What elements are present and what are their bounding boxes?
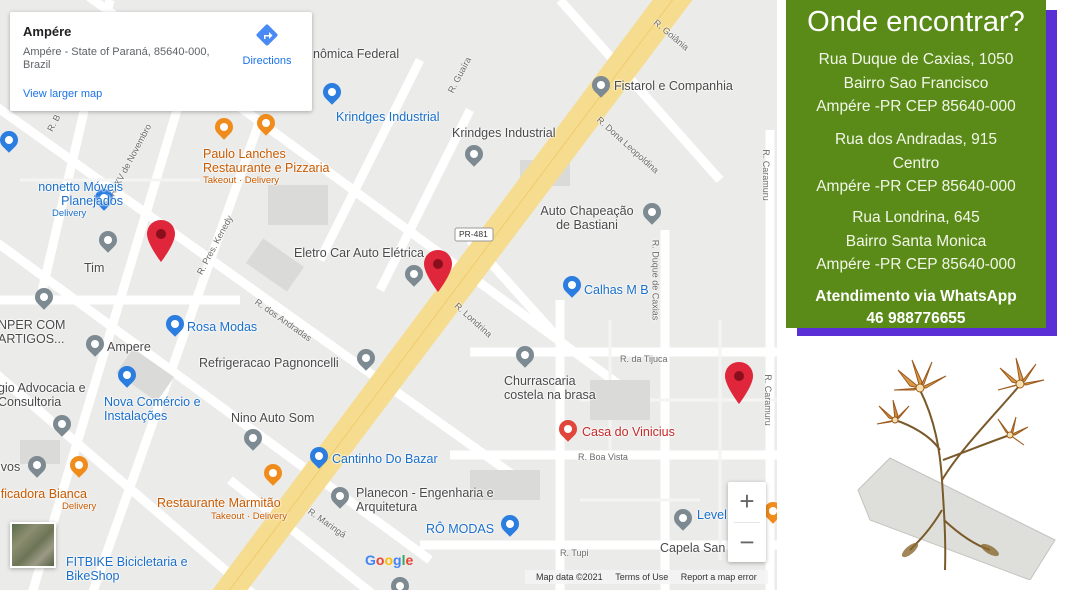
place-info-card: Ampére Ampére - State of Paraná, 85640-0… — [10, 12, 312, 111]
poi-label-cantinho[interactable]: Cantinho Do Bazar — [332, 452, 438, 466]
route-shield-pr481: PR-481 — [459, 229, 488, 239]
address-line: Rua Londrina, 645 — [852, 209, 980, 226]
poi-label-tim[interactable]: Tim — [84, 261, 104, 275]
poi-label-marmitao[interactable]: Restaurante Marmitão — [157, 496, 281, 510]
street-caramuru-top: R. Caramuru — [760, 149, 771, 201]
address-line: Ampére -PR CEP 85640-000 — [816, 256, 1016, 273]
poi-label-fistarol[interactable]: Fistarol e Companhia — [614, 79, 733, 93]
poi-label-paulo-sub: Takeout · Delivery — [203, 175, 280, 186]
whatsapp-label: Atendimento via WhatsApp — [815, 288, 1017, 305]
zoom-out-icon[interactable]: − — [728, 523, 766, 561]
map-marker-icon[interactable] — [147, 220, 175, 262]
poi-label-economica[interactable]: nômica Federal — [313, 47, 399, 61]
street-tupi: R. Tupi — [560, 548, 589, 558]
map-data-label: Map data ©2021 — [536, 572, 603, 582]
directions-button[interactable]: Directions — [234, 24, 300, 67]
poi-label-marmitao-sub: Takeout · Delivery — [211, 511, 288, 522]
directions-icon — [256, 24, 278, 46]
google-logo: Google — [365, 552, 414, 568]
map-attribution: Map data ©2021 Terms of Use Report a map… — [525, 570, 768, 584]
poi-label-bianca[interactable]: ificadora Bianca — [0, 487, 87, 501]
locations-panel: Onde encontrar? Rua Duque de Caxias, 105… — [786, 0, 1046, 328]
view-larger-map-link[interactable]: View larger map — [23, 88, 102, 100]
poi-label-auto-chapeacao[interactable]: Auto Chapeação de Bastiani — [537, 204, 637, 232]
address-block: Rua Duque de Caxias, 1050 Bairro Sao Fra… — [786, 48, 1046, 119]
address-block: Rua Londrina, 645 Bairro Santa Monica Am… — [786, 206, 1046, 277]
place-address: Ampére - State of Paraná, 85640-000, Bra… — [23, 46, 210, 71]
satellite-layer-toggle[interactable] — [10, 522, 56, 568]
map-marker-icon[interactable] — [725, 362, 753, 404]
address-line: Bairro Santa Monica — [845, 232, 987, 250]
panel-title: Onde encontrar? — [807, 6, 1025, 38]
street-da-tijuca: R. da Tijuca — [620, 354, 668, 364]
directions-label: Directions — [242, 55, 292, 67]
whatsapp-number: 46 988776655 — [866, 310, 966, 327]
whatsapp-contact: Atendimento via WhatsApp 46 988776655 — [786, 286, 1046, 330]
poi-label-ampere[interactable]: Ampere — [107, 340, 151, 354]
poi-label-refrigeracao[interactable]: Refrigeracao Pagnoncelli — [199, 356, 339, 370]
poi-label-eletro-car[interactable]: Eletro Car Auto Elétrica — [294, 246, 424, 260]
poi-label-level[interactable]: Level — [697, 508, 727, 522]
poi-label-nova-comercio[interactable]: Nova Comércio e Instalações — [104, 395, 214, 423]
poi-label-paulo-lanches[interactable]: Paulo Lanches Restaurante e Pizzaria — [203, 147, 353, 175]
street-duque-caxias: R. Duque de Caxias — [650, 239, 661, 321]
poi-label-unper[interactable]: NPER COM ARTIGOS... — [0, 318, 70, 346]
poi-label-krindges-blue[interactable]: Krindges Industrial — [336, 110, 440, 124]
terms-link[interactable]: Terms of Use — [615, 572, 668, 582]
poi-label-planecon[interactable]: Planecon - Engenharia e Arquitetura — [356, 486, 496, 514]
street-caramuru-bottom: R. Caramuru — [762, 374, 773, 426]
poi-label-nino[interactable]: Nino Auto Som — [231, 411, 314, 425]
address-line: Bairro Sao Francisco — [843, 74, 989, 92]
poi-label-casa-vinicius[interactable]: Casa do Vinicius — [582, 425, 675, 439]
poi-label-vivos[interactable]: ivos — [0, 460, 20, 474]
pressed-flower-illustration — [857, 357, 1056, 580]
address-line: Ampére -PR CEP 85640-000 — [816, 98, 1016, 115]
zoom-in-icon[interactable]: + — [728, 482, 766, 520]
poi-label-advocacia[interactable]: gio Advocacia e Consultoria — [0, 381, 98, 409]
place-name: Ampére — [23, 24, 72, 39]
report-error-link[interactable]: Report a map error — [681, 572, 757, 582]
zoom-control: + − — [728, 482, 766, 562]
address-line: Ampére -PR CEP 85640-000 — [816, 178, 1016, 195]
street-boa-vista: R. Boa Vista — [578, 452, 628, 462]
poi-label-rosa-modas[interactable]: Rosa Modas — [187, 320, 257, 334]
poi-label-menetto-sub: Delivery — [52, 208, 87, 219]
poi-label-calhas[interactable]: Calhas M B — [584, 283, 649, 297]
poi-label-krindges-gray[interactable]: Krindges Industrial — [452, 126, 556, 140]
poi-label-bianca-sub: Delivery — [62, 501, 97, 512]
poi-label-fitbike[interactable]: FITBIKE Bicicletaria e BikeShop — [66, 555, 196, 583]
poi-label-menetto[interactable]: nonetto Móveis Planejados — [0, 180, 123, 208]
tape-strip — [857, 457, 1056, 580]
address-block: Rua dos Andradas, 915 Centro Ampére -PR … — [786, 128, 1046, 199]
address-line: Centro — [892, 154, 940, 172]
address-line: Rua Duque de Caxias, 1050 — [818, 51, 1014, 68]
address-line: Rua dos Andradas, 915 — [834, 131, 997, 148]
poi-label-ro-modas[interactable]: RÔ MODAS — [426, 522, 494, 536]
map-marker-icon[interactable] — [424, 250, 452, 292]
poi-label-churrascaria[interactable]: Churrascaria costela na brasa — [504, 374, 614, 402]
google-map[interactable]: R. Goiânia R. Guaíra R. Dona Leopoldina … — [0, 0, 777, 590]
poi-label-capela[interactable]: Capela San — [660, 541, 725, 555]
